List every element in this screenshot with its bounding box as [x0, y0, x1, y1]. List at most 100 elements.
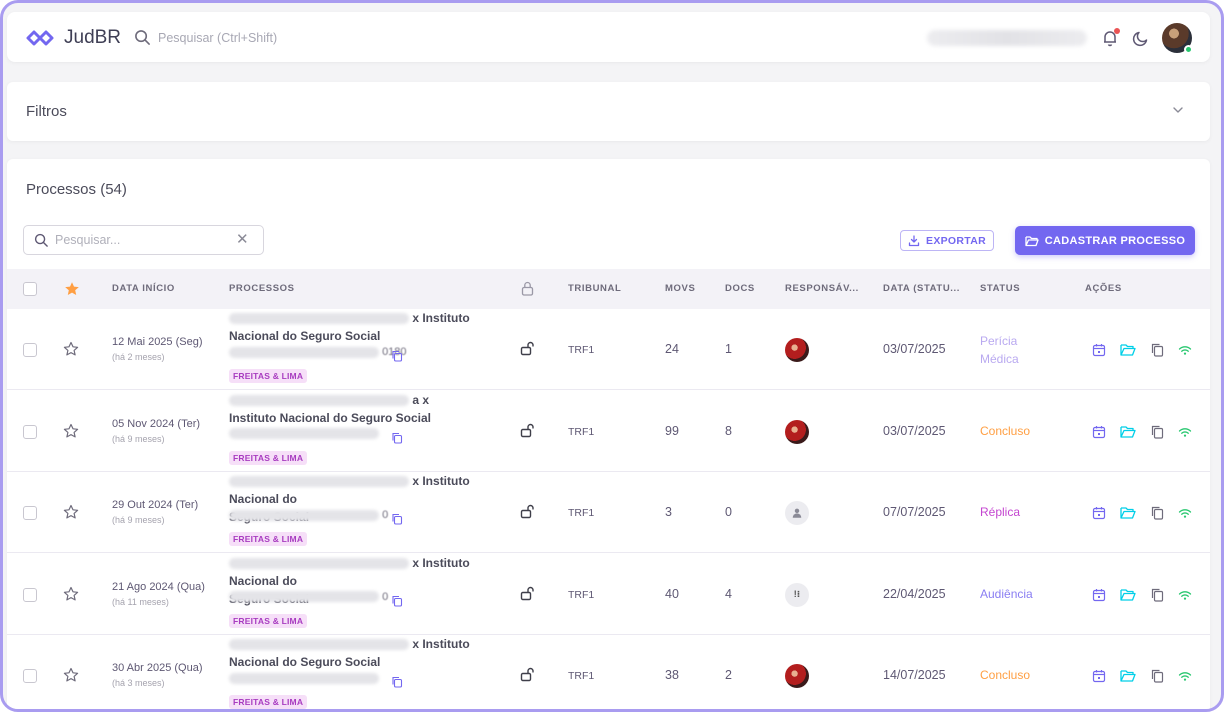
brand-name[interactable]: JudBR — [64, 27, 121, 49]
status-date: 03/07/2025 — [883, 423, 946, 438]
duplicate-icon[interactable] — [1150, 506, 1164, 520]
process-name[interactable]: x Instituto Nacional do Seguro Social — [229, 635, 509, 671]
col-status[interactable]: STATUS — [980, 283, 1020, 294]
star-icon[interactable] — [63, 504, 79, 525]
table-row[interactable]: 05 Nov 2024 (Ter) (há 9 meses) a x Insti… — [7, 391, 1210, 472]
star-icon[interactable] — [63, 586, 79, 607]
filters-panel[interactable]: Filtros — [7, 82, 1210, 141]
process-name[interactable]: a x Instituto Nacional do Seguro Social — [229, 391, 509, 427]
unlock-icon[interactable] — [520, 423, 535, 438]
global-search-input[interactable]: Pesquisar (Ctrl+Shift) — [158, 31, 277, 45]
table-row[interactable]: 12 Mai 2025 (Seg) (há 2 meses) x Institu… — [7, 309, 1210, 390]
process-number-blurred — [229, 672, 379, 684]
register-process-button[interactable]: CADASTRAR PROCESSO — [1015, 226, 1195, 255]
table-row[interactable]: 21 Ago 2024 (Qua) (há 11 meses) x Instit… — [7, 554, 1210, 635]
calendar-icon[interactable] — [1092, 425, 1106, 439]
calendar-icon[interactable] — [1092, 343, 1106, 357]
process-number[interactable] — [229, 428, 379, 440]
start-date-relative: (há 9 meses) — [112, 433, 165, 444]
processes-search[interactable]: ✕ — [23, 225, 264, 255]
folder-open-icon — [1025, 235, 1039, 246]
unlock-icon[interactable] — [520, 341, 535, 356]
court: TRF1 — [568, 344, 595, 356]
copy-icon[interactable] — [391, 594, 403, 607]
responsible-avatar[interactable] — [785, 419, 809, 444]
register-process-label: CADASTRAR PROCESSO — [1044, 234, 1186, 247]
responsible-avatar[interactable]: !⁝ — [785, 582, 809, 607]
copy-icon[interactable] — [391, 431, 403, 444]
client-tag: FREITAS & LIMA — [229, 369, 308, 383]
copy-icon[interactable] — [391, 512, 403, 525]
process-number[interactable]: 0180 — [229, 346, 407, 358]
wifi-icon[interactable] — [1178, 506, 1192, 520]
star-icon[interactable] — [63, 667, 79, 688]
start-date: 12 Mai 2025 (Seg) — [112, 336, 203, 348]
docs-count: 0 — [725, 505, 732, 519]
unlock-icon[interactable] — [520, 667, 535, 682]
col-court[interactable]: TRIBUNAL — [568, 283, 621, 294]
lock-icon — [521, 281, 534, 296]
row-checkbox[interactable] — [23, 424, 37, 439]
calendar-icon[interactable] — [1092, 506, 1106, 520]
select-all-checkbox[interactable] — [23, 282, 37, 296]
wifi-icon[interactable] — [1178, 669, 1192, 683]
movs-count: 99 — [665, 423, 679, 438]
col-responsible[interactable]: RESPONSÁV... — [785, 283, 859, 294]
processes-title: Processos (54) — [26, 181, 127, 198]
processes-search-input[interactable] — [55, 231, 225, 249]
col-docs[interactable]: DOCS — [725, 283, 755, 294]
responsible-avatar[interactable] — [785, 338, 809, 362]
col-date[interactable]: DATA INÍCIO — [112, 283, 175, 294]
process-number[interactable] — [229, 672, 379, 684]
status-date: 14/07/2025 — [883, 668, 946, 682]
row-checkbox[interactable] — [23, 343, 37, 357]
duplicate-icon[interactable] — [1150, 588, 1164, 602]
duplicate-icon[interactable] — [1150, 343, 1164, 357]
row-checkbox[interactable] — [23, 506, 37, 520]
duplicate-icon[interactable] — [1150, 669, 1164, 683]
col-movs[interactable]: MOVS — [665, 283, 695, 294]
copy-icon[interactable] — [391, 349, 403, 362]
wifi-icon[interactable] — [1178, 425, 1192, 439]
row-checkbox[interactable] — [23, 669, 37, 683]
process-number-blurred — [229, 428, 379, 440]
close-icon[interactable]: ✕ — [236, 232, 249, 248]
unlock-icon[interactable] — [520, 504, 535, 519]
export-button[interactable]: EXPORTAR — [900, 230, 994, 251]
process-number[interactable]: 0 — [229, 591, 388, 603]
process-name[interactable]: x Instituto Nacional do Seguro Social — [229, 309, 509, 345]
top-navbar: JudBR Pesquisar (Ctrl+Shift) — [7, 12, 1210, 62]
unlock-icon[interactable] — [520, 586, 535, 601]
duplicate-icon[interactable] — [1150, 425, 1164, 439]
star-filled-icon[interactable] — [64, 281, 80, 297]
responsible-placeholder-avatar[interactable] — [785, 501, 809, 525]
party-name-blurred — [229, 476, 409, 488]
folder-icon[interactable] — [1120, 669, 1136, 683]
status-date: 07/07/2025 — [883, 505, 946, 519]
star-icon[interactable] — [63, 423, 79, 444]
copy-icon[interactable] — [391, 675, 403, 688]
process-name-line2: Nacional do Seguro Social — [229, 329, 381, 343]
folder-icon[interactable] — [1120, 588, 1136, 602]
folder-icon[interactable] — [1120, 343, 1136, 357]
wifi-icon[interactable] — [1178, 588, 1192, 602]
calendar-icon[interactable] — [1092, 669, 1106, 683]
chevron-down-icon[interactable] — [1171, 103, 1185, 117]
moon-icon[interactable] — [1132, 29, 1150, 47]
folder-icon[interactable] — [1120, 506, 1136, 520]
table-row[interactable]: 29 Out 2024 (Ter) (há 9 meses) x Institu… — [7, 472, 1210, 553]
calendar-icon[interactable] — [1092, 588, 1106, 602]
process-number[interactable]: 0 — [229, 509, 388, 521]
row-checkbox[interactable] — [23, 587, 37, 602]
responsible-avatar[interactable] — [785, 664, 809, 688]
client-tag: FREITAS & LIMA — [229, 450, 308, 465]
col-status-date[interactable]: DATA (STATU... — [883, 283, 960, 294]
search-icon[interactable] — [134, 29, 151, 46]
wifi-icon[interactable] — [1178, 343, 1192, 357]
col-process[interactable]: PROCESSOS — [229, 283, 295, 294]
star-icon[interactable] — [63, 341, 79, 362]
judbr-logo-icon[interactable] — [25, 25, 55, 51]
court: TRF1 — [568, 425, 595, 438]
folder-icon[interactable] — [1120, 425, 1136, 439]
table-row[interactable]: 30 Abr 2025 (Qua) (há 3 meses) x Institu… — [7, 635, 1210, 709]
